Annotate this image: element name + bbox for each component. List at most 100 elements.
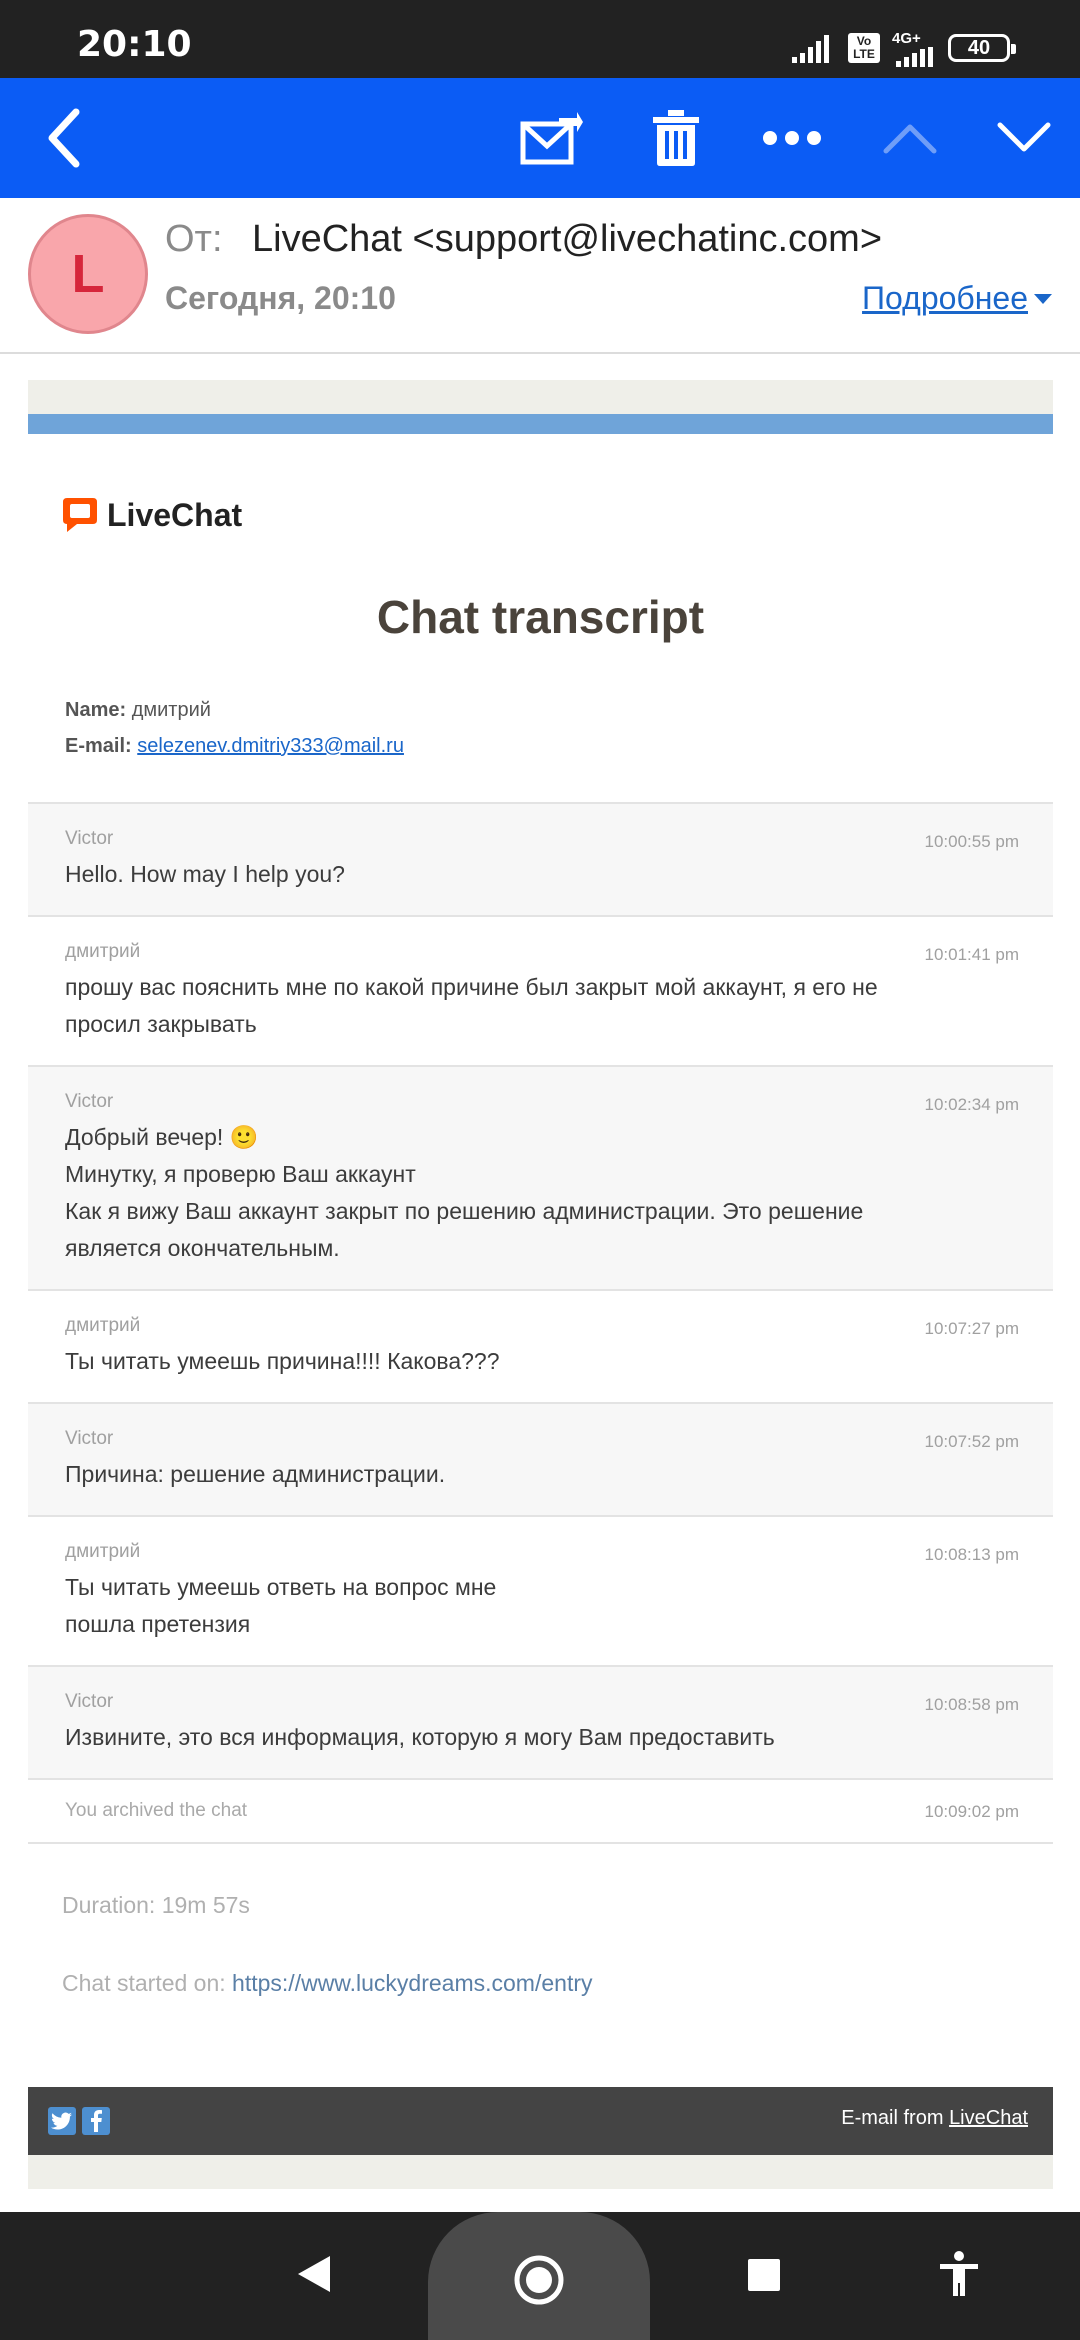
details-link[interactable]: Подробнее <box>862 280 1028 317</box>
network-type: 4G+ <box>892 29 921 47</box>
next-button[interactable] <box>988 102 1060 174</box>
message-line: Как я вижу Ваш аккаунт закрыт по решению… <box>65 1198 864 1224</box>
message-time: 10:08:13 pm <box>924 1545 1019 1564</box>
message-text: прошу вас пояснить мне по какой причине … <box>65 969 1016 1043</box>
email-label: E-mail: <box>65 735 132 757</box>
email-accent-bar <box>28 414 1053 434</box>
chevron-up-icon <box>883 124 937 154</box>
message-author: Victor <box>65 1091 114 1112</box>
message-line: Добрый вечер! 🙂 <box>65 1124 259 1150</box>
chat-message: Victor 10:00:55 pm Hello. How may I help y… <box>28 804 1053 917</box>
delete-button[interactable] <box>640 102 712 174</box>
message-line: Hello. How may I help you? <box>65 861 345 887</box>
email-footer: E-mail from LiveChat <box>28 2087 1053 2155</box>
nav-back-button[interactable] <box>296 2254 332 2299</box>
message-time: 10:07:52 pm <box>924 1432 1019 1451</box>
volte-icon: Vo LTE <box>848 33 880 63</box>
message-text: Извините, это вся информация, которую я … <box>65 1719 1016 1756</box>
twitter-icon[interactable] <box>48 2107 76 2135</box>
previous-button[interactable] <box>874 102 946 174</box>
visitor-name: дмитрий <box>131 699 211 721</box>
message-line: Ты читать умеешь ответь на вопрос мне <box>65 1574 497 1600</box>
status-bar: 20:10 Vo LTE 4G+ 40 <box>0 0 1080 78</box>
chevron-down-icon <box>997 122 1051 152</box>
message-author: дмитрий <box>65 1315 141 1336</box>
details-caret-icon[interactable] <box>1034 294 1052 304</box>
sender-avatar[interactable]: L <box>28 214 148 334</box>
message-line: является окончательным. <box>65 1235 340 1261</box>
message-text: Ты читать умеешь причина!!!! Какова??? <box>65 1343 1016 1380</box>
back-button[interactable] <box>28 102 100 174</box>
signal-icon <box>792 35 829 63</box>
chat-message: Victor 10:07:52 pm Причина: решение админи… <box>28 1404 1053 1517</box>
nav-home-icon <box>514 2255 564 2305</box>
message-time: 10:08:58 pm <box>924 1695 1019 1714</box>
mark-unread-icon <box>520 112 583 165</box>
chat-message: дмитрий 10:01:41 pm прошу вас пояснить мне… <box>28 917 1053 1067</box>
more-icon <box>763 131 821 145</box>
accessibility-button[interactable] <box>938 2250 980 2303</box>
message-line: Минутку, я проверю Ваш аккаунт <box>65 1161 416 1187</box>
visitor-info: Name: дмитрий E-mail: selezenev.dmitriy3… <box>65 692 404 764</box>
status-icons: Vo LTE 4G+ 40 <box>792 28 1016 68</box>
message-line: Причина: решение администрации. <box>65 1461 446 1487</box>
chat-started-url[interactable]: https://www.luckydreams.com/entry <box>232 1970 592 1996</box>
transcript-title: Chat transcript <box>376 591 705 643</box>
message-time: 10:07:27 pm <box>924 1319 1019 1338</box>
more-button[interactable] <box>756 102 828 174</box>
message-text: Ты читать умеешь ответь на вопрос мне пош… <box>65 1569 1016 1643</box>
system-event-time: 10:09:02 pm <box>924 1802 1019 1821</box>
signal-icon-2 <box>896 46 933 67</box>
email-top-band <box>28 380 1053 414</box>
email-bottom-band <box>28 2155 1053 2189</box>
chat-message: дмитрий 10:08:13 pm Ты читать умеешь ответ… <box>28 1517 1053 1667</box>
network-indicator: 4G+ <box>892 30 936 67</box>
chat-message: дмитрий 10:07:27 pm Ты читать умеешь причи… <box>28 1291 1053 1404</box>
mark-unread-button[interactable] <box>516 102 588 174</box>
message-line: пошла претензия <box>65 1611 251 1637</box>
livechat-logo: LiveChat <box>61 496 242 534</box>
nav-home-button[interactable] <box>513 2254 565 2311</box>
nav-recents-button[interactable] <box>747 2258 781 2297</box>
chat-bubble-icon <box>63 498 97 532</box>
message-line: просил закрывать <box>65 1011 257 1037</box>
chat-started-label: Chat started on: <box>62 1970 226 1996</box>
nav-back-icon <box>298 2256 330 2292</box>
chat-duration: Duration: 19m 57s <box>62 1892 250 1918</box>
footer-livechat-link[interactable]: LiveChat <box>949 2107 1028 2129</box>
message-time: 10:01:41 pm <box>924 945 1019 964</box>
message-author: Victor <box>65 1428 114 1449</box>
message-author: Victor <box>65 828 114 849</box>
message-time: 10:00:55 pm <box>924 832 1019 851</box>
visitor-email-link[interactable]: selezenev.dmitriy333@mail.ru <box>137 735 404 757</box>
message-text: Причина: решение администрации. <box>65 1456 1016 1493</box>
social-links <box>48 2107 110 2135</box>
system-event-text: You archived the chat <box>65 1800 248 1821</box>
message-line: Ты читать умеешь причина!!!! Какова??? <box>65 1348 500 1374</box>
navigation-bar <box>0 2212 1080 2340</box>
footer-label: E-mail from <box>841 2107 944 2129</box>
trash-icon <box>653 110 699 166</box>
email-body: LiveChat Chat transcript Name: дмитрий E… <box>28 380 1053 2189</box>
visitor-email-row: E-mail: selezenev.dmitriy333@mail.ru <box>65 728 404 764</box>
app-toolbar <box>0 78 1080 198</box>
logo-text: LiveChat <box>107 496 243 533</box>
message-text: Hello. How may I help you? <box>65 856 1016 893</box>
status-time: 20:10 <box>77 24 192 65</box>
chat-message: Victor 10:08:58 pm Извините, это вся инфор… <box>28 1667 1053 1780</box>
message-author: Victor <box>65 1691 114 1712</box>
nav-recents-icon <box>748 2259 780 2291</box>
message-header: L От: LiveChat <support@livechatinc.com>… <box>0 198 1080 354</box>
message-date: Сегодня, 20:10 <box>165 280 396 316</box>
battery-level: 40 <box>967 36 991 59</box>
message-author: дмитрий <box>65 941 141 962</box>
battery-icon: 40 <box>948 34 1016 62</box>
chat-message: Victor 10:02:34 pm Добрый вечер! 🙂 Минутку,… <box>28 1067 1053 1291</box>
accessibility-icon <box>940 2251 978 2296</box>
system-event: You archived the chat 10:09:02 pm <box>28 1780 1053 1844</box>
message-text: Добрый вечер! 🙂 Минутку, я проверю Ваш ак… <box>65 1119 1016 1267</box>
facebook-icon[interactable] <box>82 2107 110 2135</box>
sender-address[interactable]: LiveChat <support@livechatinc.com> <box>252 218 882 261</box>
back-arrow-icon <box>48 108 80 168</box>
message-line: прошу вас пояснить мне по какой причине … <box>65 974 878 1000</box>
